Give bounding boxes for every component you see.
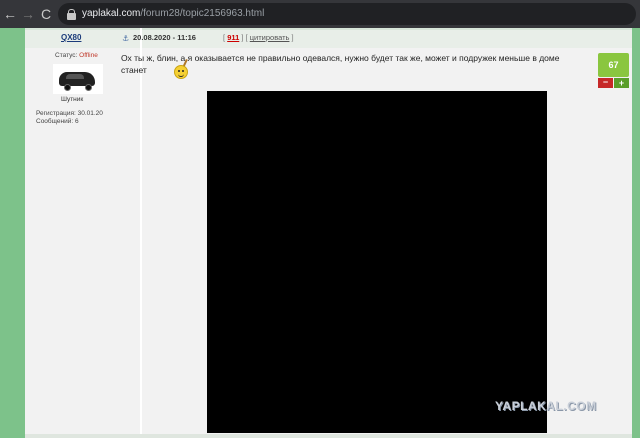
next-post-strip [25,434,632,438]
url-text[interactable]: yaplakal.com/forum28/topic2156963.html [82,7,264,21]
status-label: Статус: [55,52,78,59]
post-date: 20.08.2020 - 11:16 [133,33,196,42]
page-background-right [632,28,640,438]
post-links: [ 911 ] [ цитировать ] [223,33,294,42]
user-status: Статус: Offline [55,52,98,59]
message-count: Сообщений: 6 [36,118,79,125]
bracket-close: ] [291,33,294,42]
lock-icon-body [67,13,76,20]
avatar[interactable] [53,64,103,94]
vote-up-button[interactable]: + [614,78,629,88]
post-image[interactable] [207,91,547,433]
vote-down-button[interactable]: − [598,78,613,88]
url-domain: yaplakal.com [82,8,141,19]
rating-score: 67 [598,53,629,77]
forward-arrow-icon[interactable]: → [20,5,36,23]
status-offline: Offline [79,52,98,59]
post-header-row [25,30,632,48]
anchor-icon[interactable]: ⚓ [122,34,129,43]
url-path: /forum28/topic2156963.html [140,8,265,19]
reload-icon[interactable]: C [38,5,54,23]
forum-post: QX80 Статус: Offline Шутник Регистрация:… [25,28,632,438]
car-wheel [85,84,92,91]
browser-toolbar: ← → C yaplakal.com/forum28/topic2156963.… [0,0,640,28]
username-link[interactable]: QX80 [61,33,81,42]
car-wheel [64,84,71,91]
registration-date: Регистрация: 30.01.20 [36,110,103,117]
page-background-left [0,28,25,438]
post-number-link[interactable]: 911 [227,33,239,42]
user-stats: Регистрация: 30.01.20 Сообщений: 6 [36,110,103,126]
quote-link[interactable]: цитировать [250,33,290,42]
bracket-separator: ] [ [241,33,248,42]
address-bar[interactable]: yaplakal.com/forum28/topic2156963.html [58,3,636,25]
site-watermark: YAPLAKAL.COM [495,399,597,413]
smiley-icon [174,65,188,79]
car-avatar-window [66,74,84,79]
bracket-open: [ [223,33,226,42]
post-text: Ох ты ж, блин, а я оказывается не правил… [121,53,560,75]
user-rank: Шутник [61,96,84,103]
back-arrow-icon[interactable]: ← [2,5,18,23]
column-divider [140,28,142,438]
